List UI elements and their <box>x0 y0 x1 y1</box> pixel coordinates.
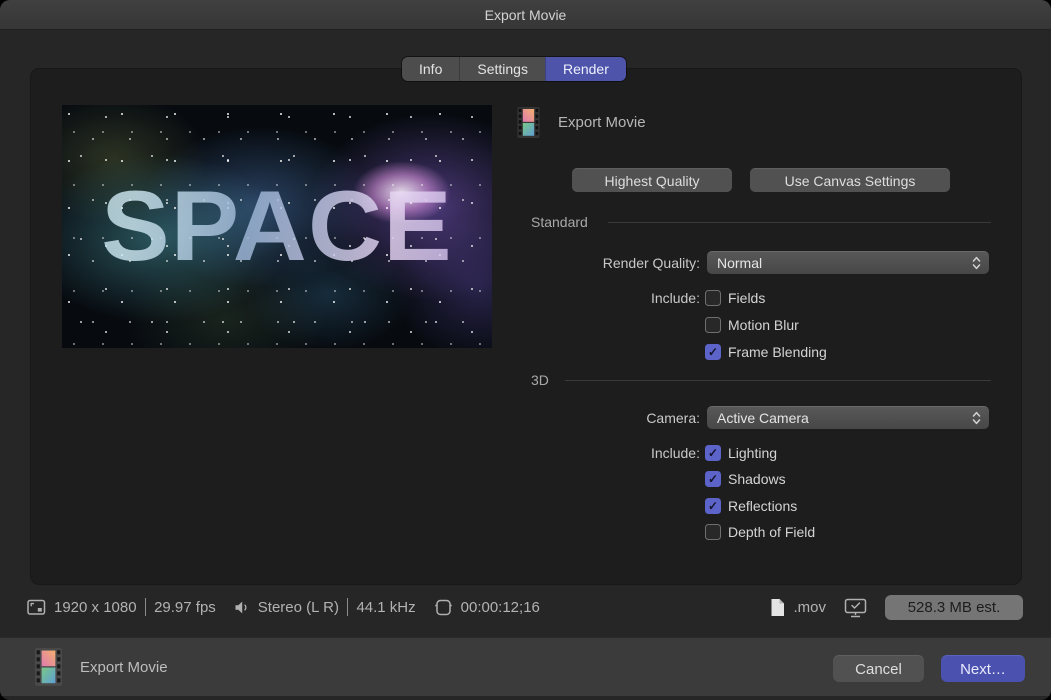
status-file-type: .mov <box>793 599 826 616</box>
section-divider <box>608 222 991 223</box>
status-resolution: 1920 x 1080 <box>54 599 137 616</box>
status-fps: 29.97 fps <box>154 599 216 616</box>
display-check-icon <box>844 598 867 618</box>
use-canvas-settings-button[interactable]: Use Canvas Settings <box>750 168 950 192</box>
checkbox-shadows[interactable]: ✓ <box>705 471 721 487</box>
status-divider <box>145 598 147 616</box>
checkbox-fields-label: Fields <box>728 290 765 306</box>
status-divider <box>347 598 349 616</box>
preview-space-text: SPACE <box>62 105 492 348</box>
checkbox-shadows-label: Shadows <box>728 471 786 487</box>
title-bar: Export Movie <box>0 0 1051 30</box>
render-quality-label: Render Quality: <box>500 255 700 271</box>
camera-label: Camera: <box>500 410 700 426</box>
include-label-standard: Include: <box>500 290 700 306</box>
include-label-3d: Include: <box>500 445 700 461</box>
checkbox-row-motion-blur: Motion Blur <box>705 316 799 334</box>
status-audio: Stereo (L R) <box>258 599 339 616</box>
status-bar-left: 1920 x 1080 29.97 fps Stereo (L R) 44.1 … <box>27 594 540 620</box>
checkbox-reflections[interactable]: ✓ <box>705 498 721 514</box>
checkbox-reflections-label: Reflections <box>728 498 797 514</box>
next-button[interactable]: Next… <box>941 655 1025 682</box>
status-bar-right: .mov 528.3 MB est. <box>770 594 1023 621</box>
camera-select[interactable]: Active Camera <box>707 406 989 429</box>
tab-bar: Info Settings Render <box>402 57 626 81</box>
footer-title: Export Movie <box>80 659 168 676</box>
checkbox-row-reflections: ✓ Reflections <box>705 497 797 515</box>
export-movie-dialog: Export Movie Info Settings Render SPACE <box>0 0 1051 700</box>
chevron-up-down-icon <box>972 255 981 271</box>
checkbox-motion-blur[interactable] <box>705 317 721 333</box>
render-quality-select[interactable]: Normal <box>707 251 989 274</box>
chevron-up-down-icon <box>972 410 981 426</box>
checkbox-frame-blending-label: Frame Blending <box>728 344 827 360</box>
section-title-standard: Standard <box>531 214 588 230</box>
section-title-3d: 3D <box>531 372 549 388</box>
cancel-button[interactable]: Cancel <box>833 655 924 682</box>
render-quality-value: Normal <box>717 255 762 271</box>
speaker-icon <box>234 600 250 615</box>
checkbox-depth-of-field[interactable] <box>705 524 721 540</box>
preview-image: SPACE <box>62 105 492 348</box>
checkbox-row-lighting: ✓ Lighting <box>705 444 777 462</box>
tab-render[interactable]: Render <box>545 57 626 81</box>
checkbox-row-shadows: ✓ Shadows <box>705 470 786 488</box>
checkbox-row-depth-of-field: Depth of Field <box>705 523 815 541</box>
checkbox-lighting-label: Lighting <box>728 445 777 461</box>
camera-value: Active Camera <box>717 410 809 426</box>
status-sample-rate: 44.1 kHz <box>356 599 415 616</box>
size-estimate-badge: 528.3 MB est. <box>885 595 1023 620</box>
checkbox-row-frame-blending: ✓ Frame Blending <box>705 343 827 361</box>
highest-quality-button[interactable]: Highest Quality <box>572 168 732 192</box>
checkbox-lighting[interactable]: ✓ <box>705 445 721 461</box>
footer-bar: Export Movie Cancel Next… <box>0 637 1051 696</box>
resolution-icon <box>27 599 46 616</box>
section-divider <box>565 380 991 381</box>
size-estimate-text: 528.3 MB est. <box>908 599 1001 616</box>
tab-info[interactable]: Info <box>402 57 459 81</box>
checkbox-motion-blur-label: Motion Blur <box>728 317 799 333</box>
filmstrip-icon <box>517 107 540 138</box>
document-icon <box>770 598 785 617</box>
checkbox-depth-of-field-label: Depth of Field <box>728 524 815 540</box>
window-title: Export Movie <box>485 7 567 23</box>
filmstrip-icon <box>35 648 62 686</box>
tab-settings[interactable]: Settings <box>459 57 545 81</box>
checkbox-frame-blending[interactable]: ✓ <box>705 344 721 360</box>
duration-icon <box>434 598 453 617</box>
panel-title: Export Movie <box>558 114 646 131</box>
status-duration: 00:00:12;16 <box>461 599 540 616</box>
checkbox-row-fields: Fields <box>705 289 765 307</box>
checkbox-fields[interactable] <box>705 290 721 306</box>
